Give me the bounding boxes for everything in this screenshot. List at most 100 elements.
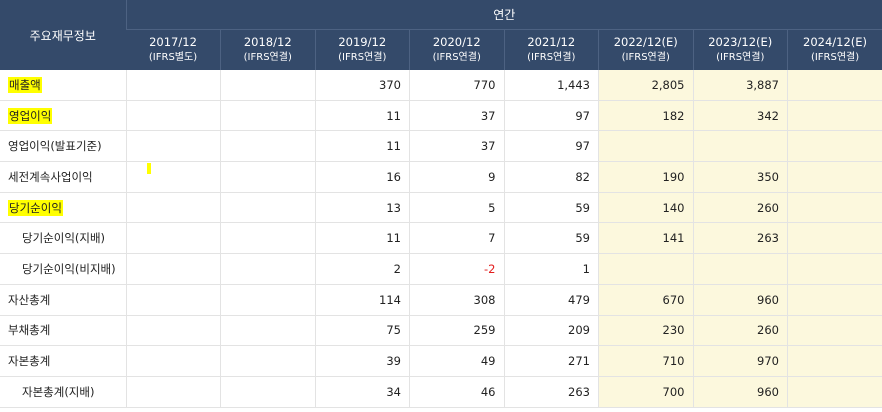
table-cell <box>125 130 221 163</box>
table-cell: 39 <box>314 345 410 377</box>
row-label-cell: 부채총계 <box>0 315 126 347</box>
table-cell: 97 <box>503 130 599 163</box>
table-header: 주요재무정보 연간 2017/12 (IFRS별도) 2018/12 (IFRS연결)… <box>0 0 882 70</box>
table-cell <box>598 130 693 163</box>
table-cell: 59 <box>503 192 599 224</box>
table-cell <box>125 376 221 408</box>
row-label: 영업이익(발표기준) <box>8 139 102 154</box>
row-label-cell: 자본총계(지배) <box>0 376 126 408</box>
row-label: 매출액 <box>8 76 42 93</box>
table-cell: 263 <box>503 376 599 408</box>
row-label-cell: 당기순이익(지배) <box>0 222 126 255</box>
row-label-cell: 매출액 <box>0 70 126 101</box>
column-basis: (IFRS연결) <box>621 52 670 63</box>
table-cell: 3,887 <box>692 70 788 101</box>
table-cell: 970 <box>692 345 788 377</box>
table-cell: 370 <box>314 70 410 101</box>
table-cell: 479 <box>503 284 599 316</box>
row-label: 당기순이익 <box>8 199 63 216</box>
table-cell: 2,805 <box>598 70 693 101</box>
column-header: 2021/12 (IFRS연결) <box>503 29 599 70</box>
highlight-marker <box>147 163 151 174</box>
table-cell: 259 <box>409 315 504 347</box>
column-basis: (IFRS연결) <box>716 52 765 63</box>
column-header: 2024/12(E) (IFRS연결) <box>787 29 882 70</box>
table-cell: 82 <box>503 161 599 193</box>
table-cell: 770 <box>409 70 504 101</box>
table-cell: 11 <box>314 100 410 132</box>
table-cell <box>125 284 221 316</box>
table-cell: 2 <box>314 253 410 285</box>
table-cell <box>220 192 315 224</box>
table-row: 영업이익(발표기준) 11 37 97 <box>0 130 882 163</box>
column-period: 2021/12 <box>527 35 576 49</box>
row-label-cell: 자본총계 <box>0 345 126 377</box>
row-label: 부채총계 <box>8 323 51 338</box>
column-period: 2023/12(E) <box>708 35 773 49</box>
table-cell <box>125 70 221 101</box>
table-cell: 230 <box>598 315 693 347</box>
column-period: 2024/12(E) <box>803 35 868 49</box>
table-cell <box>692 253 788 285</box>
table-cell <box>220 253 315 285</box>
table-cell <box>787 376 882 408</box>
table-cell <box>787 161 882 193</box>
table-cell <box>220 376 315 408</box>
table-cell: 260 <box>692 315 788 347</box>
table-row: 부채총계 75 259 209 230 260 <box>0 315 882 347</box>
table-row: 당기순이익 13 5 59 140 260 <box>0 192 882 224</box>
row-label-cell: 자산총계 <box>0 284 126 316</box>
column-period: 2018/12 <box>243 35 292 49</box>
table-cell: 1,443 <box>503 70 599 101</box>
table-cell <box>787 130 882 163</box>
row-label-cell: 영업이익(발표기준) <box>0 130 126 163</box>
table-cell <box>220 284 315 316</box>
period-group-label: 연간 <box>125 0 882 30</box>
table-cell: 13 <box>314 192 410 224</box>
table-cell <box>220 345 315 377</box>
table-cell <box>125 345 221 377</box>
column-header: 2022/12(E) (IFRS연결) <box>598 29 693 70</box>
column-header: 2017/12 (IFRS별도) <box>126 29 221 70</box>
table-cell <box>787 284 882 316</box>
table-cell <box>787 100 882 132</box>
table-cell: 34 <box>314 376 410 408</box>
table-row: 당기순이익(비지배) 2 -2 1 <box>0 253 882 285</box>
table-cell: 263 <box>692 222 788 255</box>
table-cell <box>125 192 221 224</box>
row-label: 자본총계(지배) <box>22 384 95 399</box>
table-row: 세전계속사업이익 16 9 82 190 350 <box>0 161 882 193</box>
column-basis: (IFRS연결) <box>243 52 292 63</box>
row-label: 당기순이익(지배) <box>22 231 106 246</box>
table-row: 당기순이익(지배) 11 7 59 141 263 <box>0 222 882 255</box>
column-basis: (IFRS연결) <box>338 52 387 63</box>
table-cell: 37 <box>409 100 504 132</box>
row-label: 자본총계 <box>8 354 51 369</box>
table-row: 영업이익 11 37 97 182 342 <box>0 100 882 132</box>
row-label: 세전계속사업이익 <box>8 169 93 184</box>
table-cell: 11 <box>314 222 410 255</box>
table-cell <box>787 345 882 377</box>
table-cell: 190 <box>598 161 693 193</box>
row-label-cell: 당기순이익(비지배) <box>0 253 126 285</box>
table-cell <box>220 315 315 347</box>
table-cell <box>220 222 315 255</box>
table-cell: 271 <box>503 345 599 377</box>
table-cell <box>598 253 693 285</box>
column-basis: (IFRS연결) <box>810 52 860 63</box>
column-period: 2017/12 <box>149 35 197 49</box>
table-cell: 260 <box>692 192 788 224</box>
table-cell: 75 <box>314 315 410 347</box>
table-cell <box>692 130 788 163</box>
column-period: 2019/12 <box>338 35 387 49</box>
column-period: 2022/12(E) <box>613 35 678 49</box>
table-cell: 7 <box>409 222 504 255</box>
column-period: 2020/12 <box>432 35 481 49</box>
column-basis: (IFRS연결) <box>527 52 576 63</box>
table-cell <box>787 253 882 285</box>
column-header: 2020/12 (IFRS연결) <box>409 29 504 70</box>
column-basis: (IFRS별도) <box>148 52 198 63</box>
table-cell: 350 <box>692 161 788 193</box>
table-cell <box>787 192 882 224</box>
table-cell: 9 <box>409 161 504 193</box>
